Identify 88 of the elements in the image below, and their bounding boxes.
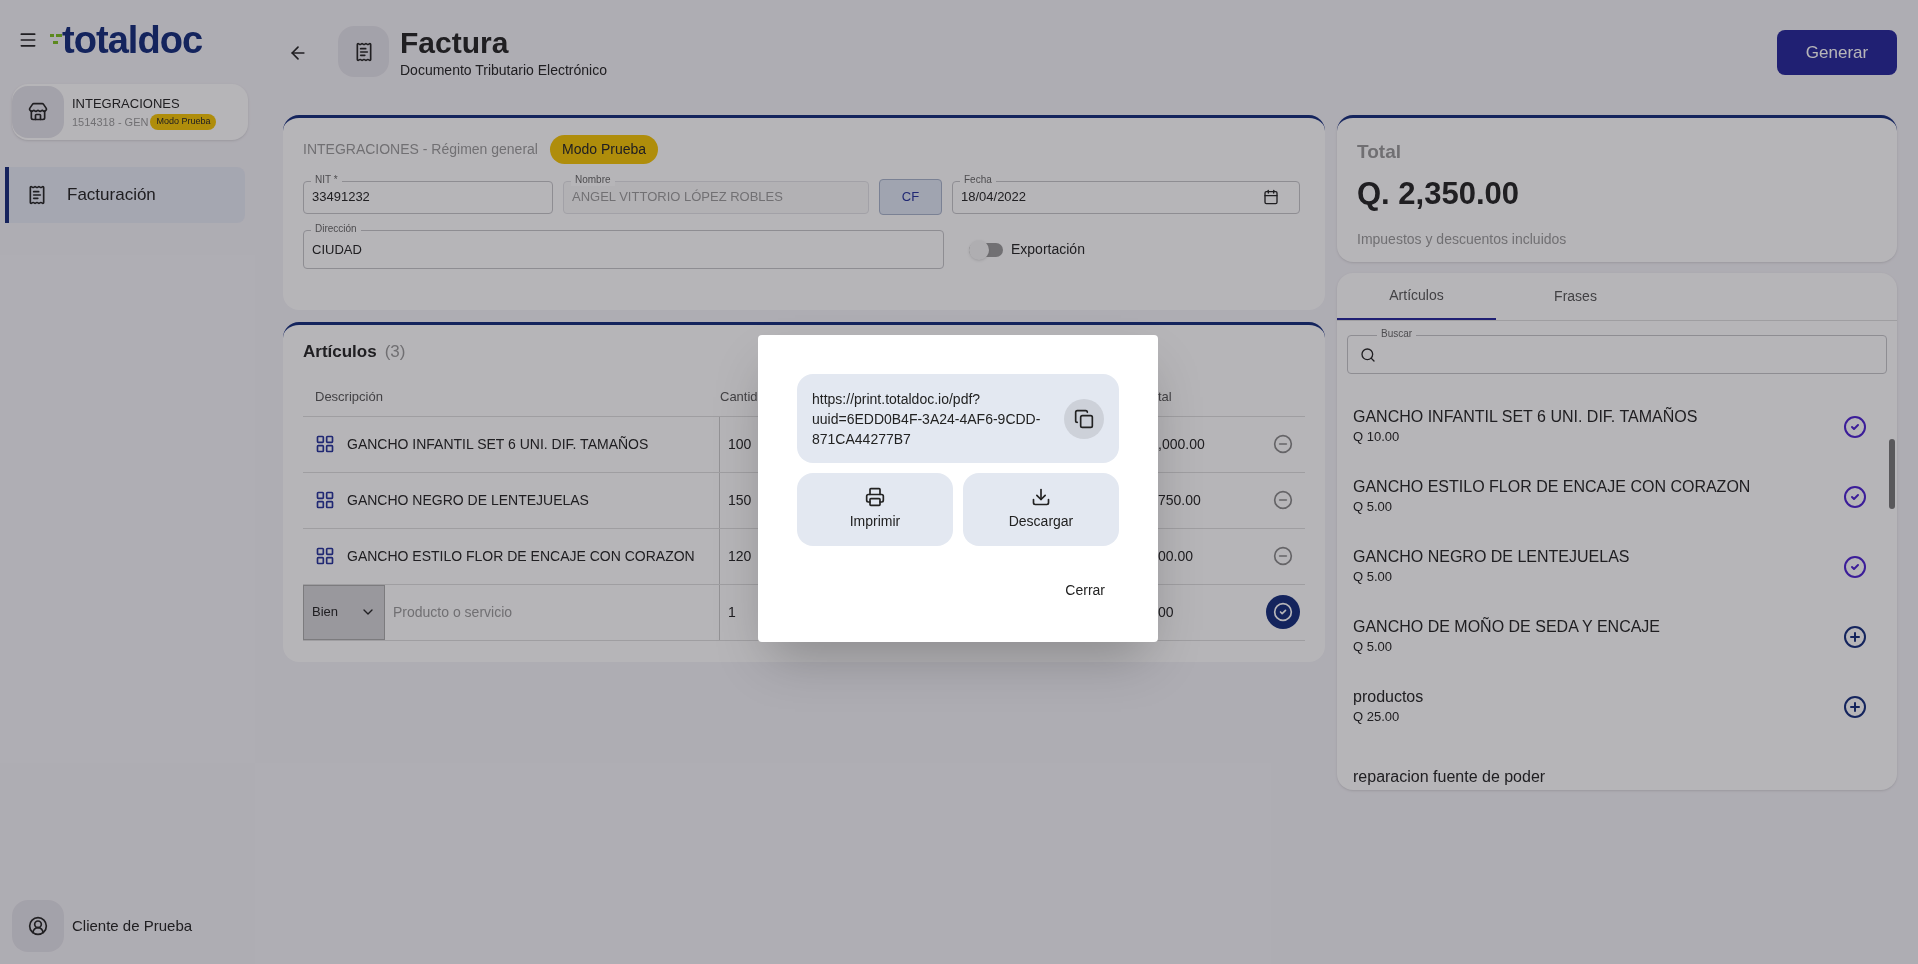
field-value: 18/04/2022 bbox=[961, 188, 1028, 207]
catalog-item-price: Q 10.00 bbox=[1353, 428, 1401, 447]
total-label: Total bbox=[1357, 140, 1402, 164]
table-cell-text: 120 bbox=[728, 546, 752, 566]
quantity-input[interactable]: 1 bbox=[728, 601, 736, 623]
user-icon bbox=[28, 916, 48, 936]
action-button[interactable]: Descargar bbox=[963, 473, 1119, 546]
product-icon bbox=[315, 490, 335, 510]
cf-button[interactable]: CF bbox=[879, 179, 942, 215]
copy-icon bbox=[1074, 408, 1094, 429]
tab[interactable]: Artículos bbox=[1337, 273, 1496, 320]
mode-badge: Modo Prueba bbox=[549, 135, 659, 164]
close-button[interactable]: Cerrar bbox=[1053, 576, 1117, 605]
action-button[interactable]: Imprimir bbox=[797, 473, 953, 546]
export-label: Exportación bbox=[1011, 240, 1085, 259]
catalog-item-price: Q 5.00 bbox=[1353, 568, 1394, 587]
table-cell-text: GANCHO ESTILO FLOR DE ENCAJE CON CORAZON bbox=[347, 546, 695, 566]
company-regime: INTEGRACIONES - Régimen general bbox=[303, 140, 538, 159]
remove-icon[interactable] bbox=[1272, 546, 1293, 566]
field-label: Dirección bbox=[311, 223, 361, 235]
field-label: NIT * bbox=[311, 173, 342, 186]
column-header: Descripción bbox=[315, 388, 383, 407]
printer-icon bbox=[865, 487, 885, 507]
table-cell-text: GANCHO NEGRO DE LENTEJUELAS bbox=[347, 490, 589, 510]
field-value: ANGEL VITTORIO LÓPEZ ROBLES bbox=[572, 188, 784, 207]
table-cell-text: 100 bbox=[728, 434, 752, 454]
column-header: Cantid bbox=[720, 388, 758, 407]
scrollbar-thumb[interactable] bbox=[1889, 439, 1895, 509]
table-cell-text: 00.00 bbox=[1158, 546, 1194, 566]
field-value: 33491232 bbox=[312, 188, 371, 207]
total-note: Impuestos y descuentos incluidos bbox=[1357, 230, 1568, 249]
field-label: Nombre bbox=[571, 173, 615, 186]
table-cell-text: GANCHO INFANTIL SET 6 UNI. DIF. TAMAÑOS bbox=[347, 434, 649, 454]
section-title: Artículos bbox=[303, 341, 377, 363]
check-icon[interactable] bbox=[1843, 485, 1867, 509]
mode-badge: Modo Prueba bbox=[150, 114, 217, 130]
company-code: 1514318 - GEN bbox=[72, 114, 149, 130]
store-icon bbox=[28, 102, 48, 122]
catalog-item-name: GANCHO NEGRO DE LENTEJUELAS bbox=[1353, 547, 1631, 568]
field-value: CIUDAD bbox=[312, 240, 363, 259]
catalog-item-price: Q 5.00 bbox=[1353, 638, 1394, 657]
download-icon bbox=[1031, 487, 1051, 507]
table-cell-text: 750.00 bbox=[1158, 490, 1201, 510]
add-icon[interactable] bbox=[1843, 695, 1867, 719]
field-label: Fecha bbox=[960, 173, 996, 186]
receipt-icon bbox=[27, 185, 47, 205]
catalog-item-name: reparacion fuente de poder bbox=[1353, 767, 1547, 787]
user-name: Cliente de Prueba bbox=[72, 915, 193, 936]
search-icon bbox=[1360, 346, 1376, 363]
copy-button[interactable] bbox=[1064, 398, 1104, 439]
catalog-item-name: GANCHO ESTILO FLOR DE ENCAJE CON CORAZON bbox=[1353, 477, 1752, 498]
field-label: Buscar bbox=[1377, 328, 1417, 340]
menu-icon[interactable] bbox=[18, 30, 38, 50]
add-icon[interactable] bbox=[1843, 625, 1867, 649]
total-amount: Q. 2,350.00 bbox=[1357, 174, 1520, 213]
page-title: Factura bbox=[400, 26, 510, 60]
pdf-url: https://print.totaldoc.io/pdf?uuid=6EDD0B4F-3A24-4AF6-9CDD-871CA44277B7 bbox=[812, 389, 1042, 449]
table-cell-text: ,000.00 bbox=[1158, 434, 1205, 454]
check-icon[interactable] bbox=[1843, 555, 1867, 579]
sidebar-item[interactable]: Facturación bbox=[5, 167, 245, 223]
search-field[interactable] bbox=[1347, 335, 1887, 374]
page-subtitle: Documento Tributario Electrónico bbox=[400, 61, 607, 80]
remove-icon[interactable] bbox=[1272, 490, 1293, 510]
catalog-item-name: GANCHO INFANTIL SET 6 UNI. DIF. TAMAÑOS bbox=[1353, 407, 1699, 428]
product-icon bbox=[315, 434, 335, 454]
generate-button[interactable]: Generar bbox=[1777, 30, 1897, 75]
table-cell-text: 150 bbox=[728, 490, 752, 510]
check-icon bbox=[1272, 602, 1293, 622]
catalog-item-name: GANCHO DE MOÑO DE SEDA Y ENCAJE bbox=[1353, 617, 1662, 638]
company-name: INTEGRACIONES bbox=[72, 95, 181, 113]
logo: totaldoc bbox=[62, 21, 203, 59]
remove-icon[interactable] bbox=[1272, 434, 1293, 454]
column-header: tal bbox=[1158, 388, 1172, 407]
type-select[interactable]: Bien bbox=[303, 584, 385, 640]
export-toggle[interactable] bbox=[969, 242, 1003, 257]
tab[interactable]: Frases bbox=[1496, 273, 1655, 320]
confirm-button[interactable] bbox=[1265, 595, 1300, 629]
product-icon bbox=[315, 546, 335, 566]
check-icon[interactable] bbox=[1843, 415, 1867, 439]
company-card[interactable]: INTEGRACIONES 1514318 - GEN Modo Prueba bbox=[12, 84, 248, 140]
calendar-icon[interactable] bbox=[1263, 189, 1279, 205]
catalog-item-price: Q 5.00 bbox=[1353, 498, 1394, 517]
user-icon-box[interactable] bbox=[12, 900, 64, 952]
receipt-icon bbox=[353, 41, 374, 62]
catalog-item-name: productos bbox=[1353, 687, 1425, 708]
item-count: (3) bbox=[384, 341, 406, 363]
table-cell-text: 00 bbox=[1158, 602, 1174, 622]
catalog-item-price: Q 25.00 bbox=[1353, 708, 1401, 727]
